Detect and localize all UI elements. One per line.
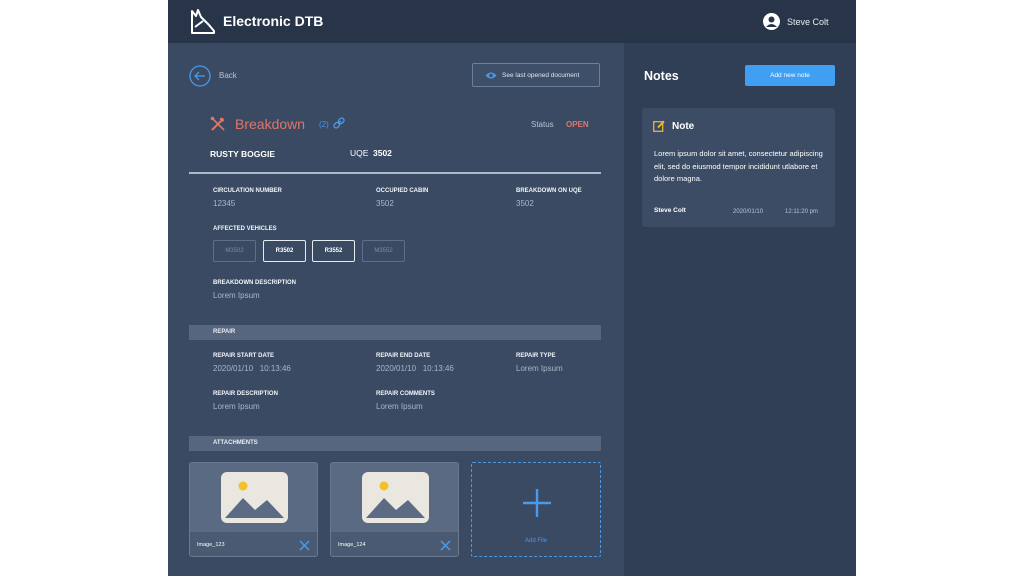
repair-section-title: REPAIR [213,329,236,335]
note-time: 12:11:20 pm [785,209,818,215]
breakdown-detail-panel: Back See last opened document Breakdown … [168,43,624,576]
attachment-card[interactable]: Image_123 [189,462,318,557]
vehicle-chip[interactable]: M3552 [362,240,405,262]
link-icon[interactable] [333,117,345,129]
see-last-document-button[interactable]: See last opened document [472,63,600,87]
notes-panel: Notes Add new note Note Lorem ipsum dolo… [624,43,856,576]
breakdown-count[interactable]: (2) [319,120,329,129]
arrow-left-circle-icon[interactable] [189,65,211,87]
repair-start-date-value: 2020/01/10 10:13:46 [213,364,291,373]
app-window: Electronic DTB Steve Colt Back See last … [168,0,856,576]
attachment-filename: Image_123 [197,542,225,548]
app-header: Electronic DTB Steve Colt [168,0,856,43]
status-label: Status [531,120,554,129]
horse-logo-icon[interactable] [189,7,217,35]
note-author: Steve Colt [654,207,686,214]
add-file-button[interactable]: Add File [471,462,601,557]
repair-start-date-label: REPAIR START DATE [213,353,274,359]
uqe-value: 3502 [373,148,392,158]
note-body: Lorem ipsum dolor sit amet, consectetur … [654,149,823,183]
image-placeholder-icon [362,472,429,523]
app-title: Electronic DTB [223,13,324,29]
note-card[interactable]: Note Lorem ipsum dolor sit amet, consect… [642,108,835,227]
occupied-cabin-label: OCCUPIED CABIN [376,188,429,194]
back-link[interactable]: Back [219,71,237,80]
user-name[interactable]: Steve Colt [787,17,829,27]
repair-type-value: Lorem Ipsum [516,364,563,373]
circulation-number-value: 12345 [213,199,236,208]
repair-description-label: REPAIR DESCRIPTION [213,391,278,397]
attachment-card[interactable]: Image_124 [330,462,459,557]
divider [189,172,601,174]
note-date: 2020/01/10 [733,209,764,215]
notes-title: Notes [644,69,679,83]
vehicle-chip[interactable]: R3502 [263,240,306,262]
breakdown-on-uqe-label: BREAKDOWN ON UQE [516,188,582,194]
breakdown-on-uqe-value: 3502 [516,199,534,208]
uqe-label: UQE [350,148,369,158]
vehicle-chip[interactable]: R3552 [312,240,355,262]
circulation-number-label: CIRCULATION NUMBER [213,188,282,194]
repair-description-value: Lorem Ipsum [213,402,260,411]
see-last-document-label: See last opened document [502,72,580,79]
plus-icon [523,489,551,517]
close-icon[interactable] [440,540,451,551]
occupied-cabin-value: 3502 [376,199,394,208]
add-note-button[interactable]: Add new note [745,65,835,86]
eye-icon [485,72,497,79]
wrench-screwdriver-icon [210,116,225,131]
breakdown-description-label: BREAKDOWN DESCRIPTION [213,280,297,286]
user-circle-icon[interactable] [763,13,780,30]
affected-vehicles-label: AFFECTED VEHICLES [213,226,277,232]
vehicle-name: RUSTY BOGGIE [210,149,276,159]
repair-end-date-value: 2020/01/10 10:13:46 [376,364,454,373]
close-icon[interactable] [299,540,310,551]
attachments-section-title: ATTACHMENTS [213,440,258,446]
breakdown-title: Breakdown [235,116,306,132]
repair-type-label: REPAIR TYPE [516,353,556,359]
repair-comments-label: REPAIR COMMENTS [376,391,435,397]
attachments-section-header: ATTACHMENTS [189,436,601,451]
status-badge: OPEN [566,120,589,129]
note-heading: Note [672,121,695,132]
repair-end-date-label: REPAIR END DATE [376,353,431,359]
repair-section-header: REPAIR [189,325,601,340]
attachment-filename: Image_124 [338,542,366,548]
vehicle-chip[interactable]: M3502 [213,240,256,262]
repair-comments-value: Lorem Ipsum [376,402,423,411]
breakdown-description-value: Lorem Ipsum [213,291,260,300]
pencil-note-icon [653,120,665,132]
add-file-label: Add File [524,538,547,544]
image-placeholder-icon [221,472,288,523]
